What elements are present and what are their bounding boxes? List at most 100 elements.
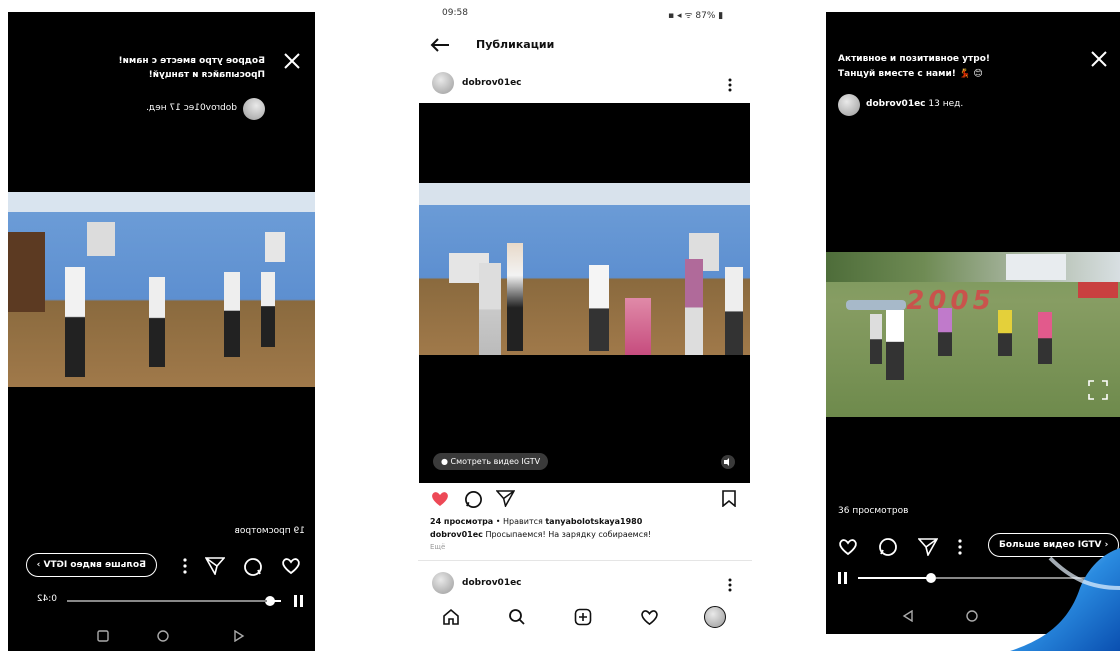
- dancer: [224, 272, 240, 357]
- pause-icon[interactable]: [293, 595, 303, 607]
- video-caption: Бодрое утро вместе с нами! Просыпайся и …: [119, 54, 266, 82]
- caption-text: Просыпаемся! На зарядку собираемся!: [485, 530, 652, 539]
- more-vertical-icon[interactable]: [183, 558, 187, 574]
- dancer: [886, 310, 904, 380]
- video-caption: Активное и позитивное утро! Танцуй вмест…: [838, 52, 990, 82]
- close-icon[interactable]: [283, 52, 301, 70]
- comment-icon[interactable]: [243, 557, 263, 577]
- video-frame[interactable]: [419, 183, 750, 355]
- more-vertical-icon[interactable]: [728, 578, 732, 592]
- author-line: dobrov01ec 17 нед.: [146, 103, 237, 113]
- back-nav-icon[interactable]: [233, 630, 245, 642]
- page-title: Публикации: [476, 38, 555, 51]
- author-name[interactable]: dobrov01ec: [184, 103, 237, 113]
- heart-icon[interactable]: [838, 538, 858, 556]
- status-icons: ▪ ◂ ᯤ 87% ▮: [668, 11, 724, 21]
- send-icon[interactable]: [918, 538, 938, 556]
- send-icon[interactable]: [205, 557, 225, 575]
- dancer: [507, 243, 523, 351]
- dancer: [938, 308, 952, 356]
- progress-fill: [858, 577, 930, 579]
- dancer: [998, 310, 1012, 356]
- status-time: 09:58: [442, 8, 468, 18]
- likes-prefix: • Нравится: [495, 517, 543, 526]
- progress-knob[interactable]: [926, 573, 936, 583]
- caption-line-1: Бодрое утро вместе с нами!: [118, 56, 266, 66]
- author-line: dobrov01ec 13 нед.: [866, 99, 963, 109]
- progress-track[interactable]: [67, 600, 267, 602]
- dancer: [479, 263, 501, 355]
- next-post-author[interactable]: dobrov01ec: [462, 578, 522, 588]
- avatar[interactable]: [432, 572, 454, 594]
- recents-nav-icon[interactable]: [97, 630, 109, 642]
- caption-line-2: Просыпайся и танцуй!: [148, 70, 265, 80]
- home-icon[interactable]: [442, 608, 460, 626]
- activity-heart-icon[interactable]: [640, 609, 659, 626]
- author-name[interactable]: dobrov01ec: [866, 99, 926, 109]
- avatar[interactable]: [838, 94, 860, 116]
- search-icon[interactable]: [508, 608, 526, 626]
- dancer: [685, 259, 703, 355]
- caption-line: dobrov01ec Просыпаемся! На зарядку собир…: [430, 530, 651, 539]
- more-igtv-label: Больше видео IGTV: [43, 560, 147, 570]
- time-readout: 0:42: [36, 594, 57, 604]
- video-frame[interactable]: [8, 192, 315, 387]
- fullscreen-icon[interactable]: [1088, 380, 1108, 400]
- avatar[interactable]: [432, 72, 454, 94]
- dancer: [261, 272, 275, 347]
- building: [1006, 254, 1066, 280]
- dancer: [725, 267, 743, 355]
- mirrored-content: Бодрое утро вместе с нами! Просыпайся и …: [8, 12, 315, 651]
- home-nav-icon[interactable]: [966, 610, 978, 622]
- video-frame[interactable]: 2005: [826, 252, 1120, 417]
- send-icon[interactable]: [496, 490, 515, 507]
- ceiling: [8, 192, 315, 212]
- middle-phone-screen: 09:58 ▪ ◂ ᯤ 87% ▮ Публикации dobrov01ec …: [418, 0, 752, 651]
- liked-by-user[interactable]: tanyabolotskaya1980: [545, 517, 642, 526]
- caption-author[interactable]: dobrov01ec: [430, 530, 483, 539]
- red-banner: [1078, 282, 1118, 298]
- caption-line-2: Танцуй вместе с нами! 💃 😊: [838, 69, 983, 79]
- post-media[interactable]: ● Смотреть видео IGTV: [419, 103, 750, 483]
- heart-icon[interactable]: [430, 490, 450, 508]
- tree-line: [826, 252, 1120, 282]
- post-author[interactable]: dobrov01ec: [462, 78, 522, 88]
- left-phone-screen: Бодрое утро вместе с нами! Просыпайся и …: [8, 12, 315, 651]
- add-icon[interactable]: [574, 608, 592, 626]
- dancer: [589, 265, 609, 351]
- comment-icon[interactable]: [878, 537, 898, 557]
- pause-icon[interactable]: [838, 572, 848, 584]
- ceiling: [419, 183, 750, 205]
- home-nav-icon[interactable]: [157, 630, 169, 642]
- mute-icon[interactable]: [721, 455, 735, 469]
- page-curl-decoration: [1010, 548, 1120, 651]
- back-nav-icon[interactable]: [902, 610, 914, 622]
- comment-icon[interactable]: [464, 490, 483, 509]
- more-vertical-icon[interactable]: [958, 539, 962, 555]
- view-count: 19 просмотров: [234, 526, 305, 536]
- view-count[interactable]: 24 просмотра: [430, 517, 493, 526]
- watch-igtv-label: Смотреть видео IGTV: [450, 457, 541, 466]
- more-igtv-button[interactable]: Больше видео IGTV ›: [25, 553, 157, 577]
- poster: [265, 232, 285, 262]
- post-age: 13 нед.: [928, 99, 964, 109]
- view-count: 36 просмотров: [838, 506, 909, 516]
- divider: [418, 560, 752, 561]
- dancer: [870, 314, 882, 364]
- caption-line-1: Активное и позитивное утро!: [838, 54, 990, 64]
- close-icon[interactable]: [1090, 50, 1108, 68]
- profile-avatar-icon[interactable]: [704, 606, 726, 628]
- bookmark-icon[interactable]: [722, 490, 736, 507]
- more-vertical-icon[interactable]: [728, 78, 732, 92]
- dancer: [625, 298, 651, 355]
- watch-igtv-button[interactable]: ● Смотреть видео IGTV: [433, 453, 549, 470]
- right-phone-screen: Активное и позитивное утро! Танцуй вмест…: [826, 12, 1120, 634]
- back-arrow-icon[interactable]: [430, 38, 450, 52]
- poster: [87, 222, 115, 256]
- path: [846, 300, 906, 310]
- avatar[interactable]: [243, 98, 265, 120]
- more-link[interactable]: Ещё: [430, 543, 445, 551]
- battery-level: 87%: [695, 11, 716, 21]
- door: [8, 232, 45, 312]
- heart-icon[interactable]: [281, 557, 301, 575]
